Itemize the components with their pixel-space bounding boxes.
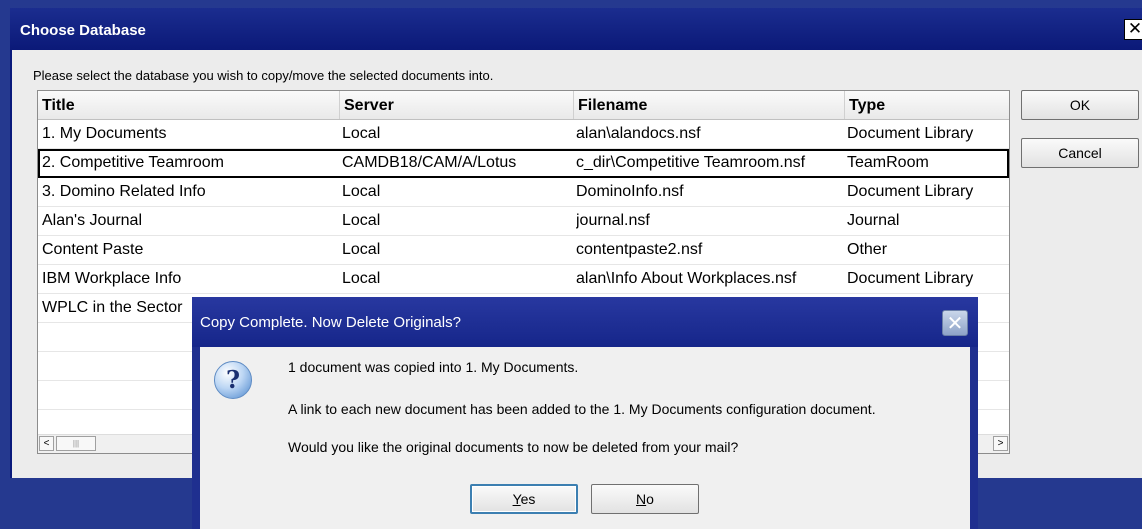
yes-button[interactable]: Yes	[470, 484, 578, 514]
table-row[interactable]: Alan's Journal Local journal.nsf Journal	[38, 207, 1009, 236]
copy-complete-dialog: Copy Complete. Now Delete Originals? ✕ ?…	[192, 297, 978, 529]
cancel-button[interactable]: Cancel	[1021, 138, 1139, 168]
ok-button[interactable]: OK	[1021, 90, 1139, 120]
no-mnemonic: N	[636, 491, 647, 507]
cell-filename: c_dir\Competitive Teamroom.nsf	[576, 154, 806, 171]
column-header-title[interactable]: Title	[38, 91, 340, 119]
cell-title: 2. Competitive Teamroom	[42, 154, 224, 171]
cell-type: TeamRoom	[847, 154, 929, 171]
dialog-message-copied: 1 document was copied into 1. My Documen…	[288, 359, 579, 375]
cell-title: 3. Domino Related Info	[42, 183, 206, 200]
cell-title: Alan's Journal	[42, 212, 142, 229]
table-row[interactable]: Content Paste Local contentpaste2.nsf Ot…	[38, 236, 1009, 265]
dialog-close-button[interactable]: ✕	[942, 310, 968, 336]
table-row[interactable]: IBM Workplace Info Local alan\Info About…	[38, 265, 1009, 294]
no-button[interactable]: No	[591, 484, 699, 514]
cell-title: 1. My Documents	[42, 125, 167, 142]
cell-title: Content Paste	[42, 241, 144, 258]
scroll-right-arrow-icon[interactable]: >	[993, 436, 1008, 451]
cell-filename: alan\alandocs.nsf	[576, 125, 701, 142]
window-close-button[interactable]: ✕	[1124, 19, 1142, 40]
cell-server: Local	[342, 212, 381, 229]
cell-server: CAMDB18/CAM/A/Lotus	[342, 154, 517, 171]
cell-server: Local	[342, 270, 381, 287]
cell-filename: journal.nsf	[576, 212, 650, 229]
window-titlebar[interactable]: Choose Database	[10, 8, 1142, 50]
dialog-titlebar[interactable]: Copy Complete. Now Delete Originals?	[192, 297, 978, 347]
no-label: o	[646, 491, 654, 507]
window-title: Choose Database	[20, 22, 146, 39]
cell-server: Local	[342, 125, 381, 142]
cell-filename: DominoInfo.nsf	[576, 183, 684, 200]
cell-type: Journal	[847, 212, 900, 229]
cell-server: Local	[342, 183, 381, 200]
cell-type: Document Library	[847, 125, 974, 142]
yes-label: es	[520, 491, 536, 507]
dialog-body: ? 1 document was copied into 1. My Docum…	[200, 347, 970, 529]
column-header-type[interactable]: Type	[845, 91, 1009, 119]
column-header-filename[interactable]: Filename	[574, 91, 845, 119]
cell-type: Document Library	[847, 270, 974, 287]
scroll-thumb[interactable]: |||	[56, 436, 96, 451]
question-icon: ?	[214, 361, 252, 399]
dialog-message-link: A link to each new document has been add…	[288, 401, 876, 417]
table-row[interactable]: 1. My Documents Local alan\alandocs.nsf …	[38, 120, 1009, 149]
yes-mnemonic: Y	[512, 491, 521, 507]
dialog-title: Copy Complete. Now Delete Originals?	[200, 314, 461, 331]
list-header: Title Server Filename Type	[38, 91, 1009, 120]
cell-type: Document Library	[847, 183, 974, 200]
table-row-selected[interactable]: 2. Competitive Teamroom CAMDB18/CAM/A/Lo…	[38, 149, 1009, 178]
instruction-text: Please select the database you wish to c…	[33, 68, 494, 83]
cell-type: Other	[847, 241, 888, 258]
cell-server: Local	[342, 241, 381, 258]
dialog-message-question: Would you like the original documents to…	[288, 439, 739, 455]
scroll-left-arrow-icon[interactable]: <	[39, 436, 54, 451]
cell-filename: alan\Info About Workplaces.nsf	[576, 270, 797, 287]
cell-title: IBM Workplace Info	[42, 270, 182, 287]
cell-filename: contentpaste2.nsf	[576, 241, 703, 258]
table-row[interactable]: 3. Domino Related Info Local DominoInfo.…	[38, 178, 1009, 207]
column-header-server[interactable]: Server	[340, 91, 574, 119]
